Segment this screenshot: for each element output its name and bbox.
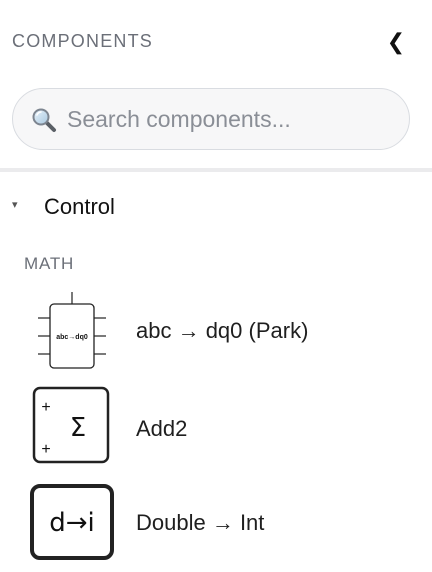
plus-sign-top: + [41,399,50,416]
search-icon [31,107,57,133]
abc-to-dq0-park-icon: abc→dq0 [30,290,114,374]
panel-title: COMPONENTS [12,31,154,51]
add2-sum-icon: + + Σ [30,384,114,468]
category-label: Control [44,194,115,219]
collapse-panel-button[interactable]: ❮ [384,28,408,56]
component-name: Add2 [136,416,188,441]
double-to-int-icon: d→i [30,482,114,566]
component-item-abc-dq0-park[interactable]: abc→dq0 abc → dq0 (Park) [0,288,432,376]
search-input[interactable] [67,101,387,137]
divider [0,168,432,172]
double-to-int-icon-text: d→i [49,508,95,538]
component-name: Double → Int [136,510,265,535]
abc-dq0-icon-text: abc→dq0 [56,334,88,341]
category-control[interactable]: ▾ Control [0,190,432,226]
caret-down-icon: ▾ [12,199,18,211]
plus-sign-bottom: + [41,441,50,458]
panel-header: COMPONENTS ❮ [0,0,432,80]
components-panel: COMPONENTS ❮ ▾ Control MATH [0,0,432,572]
section-label: MATH [24,254,75,273]
search-box[interactable] [12,88,410,150]
component-name: abc → dq0 (Park) [136,318,309,343]
component-item-add2[interactable]: + + Σ Add2 [0,384,432,472]
sigma-symbol: Σ [70,413,86,443]
component-item-double-to-int[interactable]: d→i Double → Int [0,480,432,568]
chevron-left-icon: ❮ [386,29,406,54]
